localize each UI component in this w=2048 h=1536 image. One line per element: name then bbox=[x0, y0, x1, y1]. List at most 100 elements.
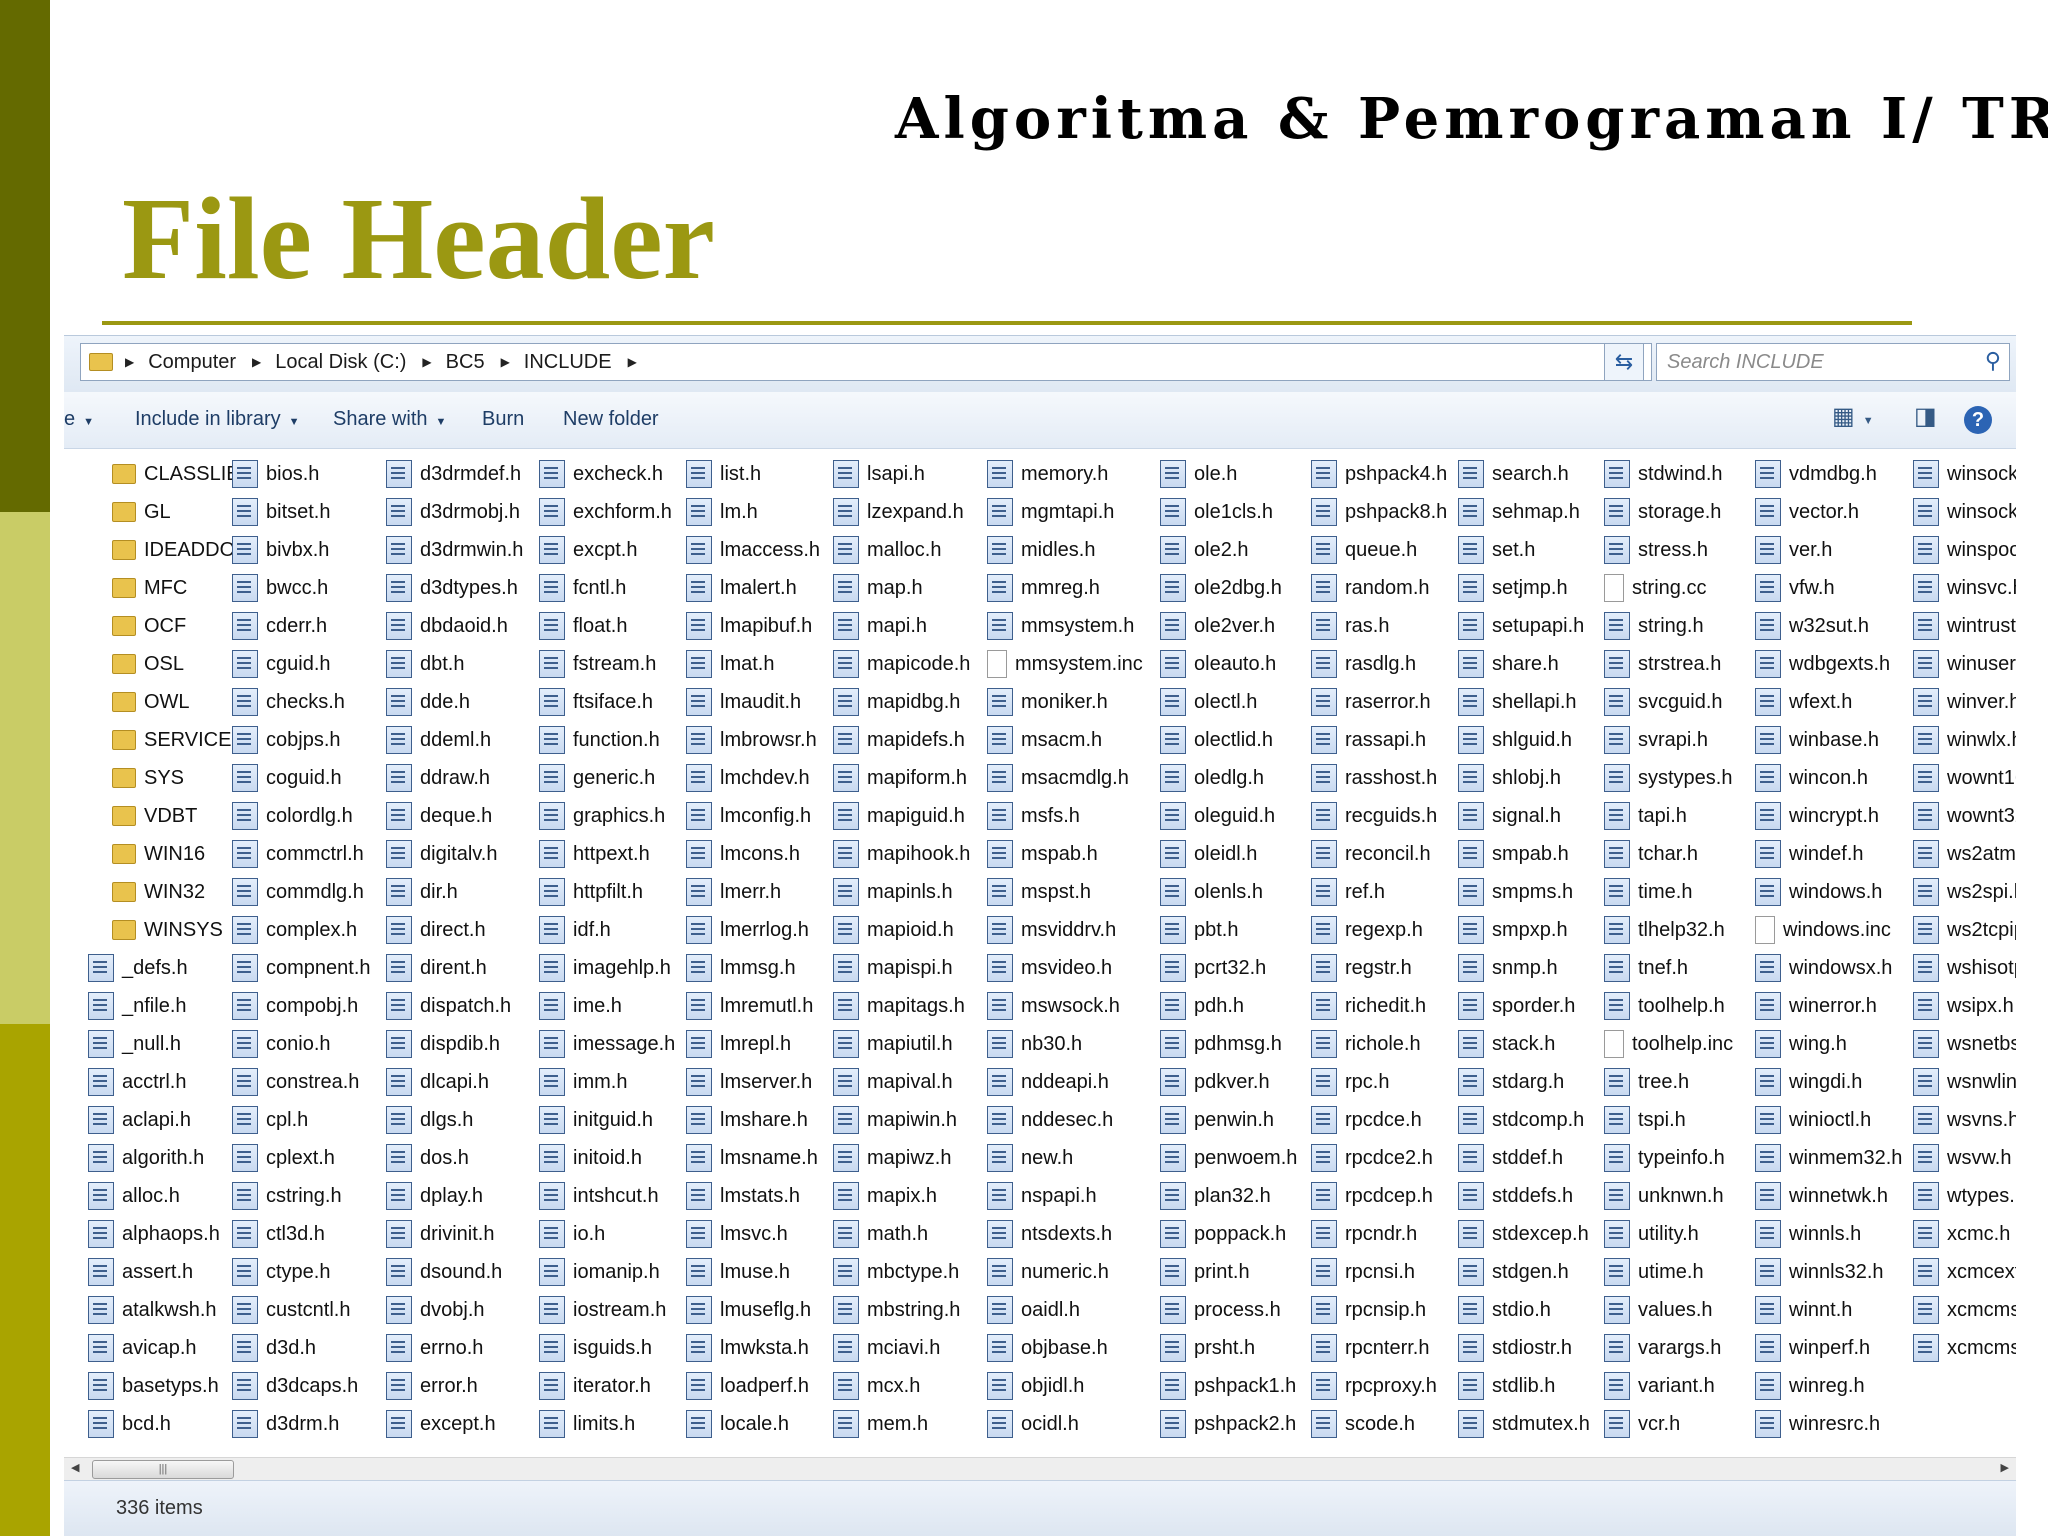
view-options-icon[interactable]: ▦ ▼ bbox=[1832, 402, 1874, 431]
file-item[interactable]: compnent.h bbox=[232, 949, 371, 987]
folder-item[interactable]: CLASSLIB bbox=[88, 455, 250, 493]
file-item[interactable]: oleguid.h bbox=[1160, 797, 1297, 835]
file-item[interactable]: mgmtapi.h bbox=[987, 493, 1143, 531]
file-item[interactable]: windef.h bbox=[1755, 835, 1902, 873]
file-item[interactable]: stack.h bbox=[1458, 1025, 1590, 1063]
folder-item[interactable]: OCF bbox=[88, 607, 250, 645]
file-item[interactable]: stdarg.h bbox=[1458, 1063, 1590, 1101]
file-item[interactable]: wintrust. bbox=[1913, 607, 2016, 645]
file-item[interactable]: ole2ver.h bbox=[1160, 607, 1297, 645]
file-item[interactable]: wsipx.h bbox=[1913, 987, 2016, 1025]
file-item[interactable]: except.h bbox=[386, 1405, 523, 1443]
file-item[interactable]: mspst.h bbox=[987, 873, 1143, 911]
file-item[interactable]: ddraw.h bbox=[386, 759, 523, 797]
file-item[interactable]: intshcut.h bbox=[539, 1177, 675, 1215]
refresh-icon[interactable]: ⇆ bbox=[1604, 343, 1644, 381]
file-item[interactable]: algorith.h bbox=[88, 1139, 250, 1177]
breadcrumb-chevron-icon[interactable]: ▶ bbox=[125, 355, 134, 369]
file-item[interactable]: lmchdev.h bbox=[686, 759, 820, 797]
file-item[interactable]: ras.h bbox=[1311, 607, 1447, 645]
file-item[interactable]: initguid.h bbox=[539, 1101, 675, 1139]
file-item[interactable]: lm.h bbox=[686, 493, 820, 531]
file-item[interactable]: mapiutil.h bbox=[833, 1025, 970, 1063]
file-item[interactable]: rpcdce2.h bbox=[1311, 1139, 1447, 1177]
file-item[interactable]: imessage.h bbox=[539, 1025, 675, 1063]
file-item[interactable]: svrapi.h bbox=[1604, 721, 1733, 759]
file-item[interactable]: wincon.h bbox=[1755, 759, 1902, 797]
file-item[interactable]: toolhelp.h bbox=[1604, 987, 1733, 1025]
file-item[interactable]: excpt.h bbox=[539, 531, 675, 569]
file-item[interactable]: wsvw.h bbox=[1913, 1139, 2016, 1177]
file-item[interactable]: cstring.h bbox=[232, 1177, 371, 1215]
file-item[interactable]: xcmc.h bbox=[1913, 1215, 2016, 1253]
breadcrumb-chevron-icon[interactable]: ▶ bbox=[252, 355, 261, 369]
file-item[interactable]: digitalv.h bbox=[386, 835, 523, 873]
file-item[interactable]: winwlx.h bbox=[1913, 721, 2016, 759]
file-item[interactable]: olectl.h bbox=[1160, 683, 1297, 721]
file-item[interactable]: wownt32. bbox=[1913, 797, 2016, 835]
file-item[interactable]: mciavi.h bbox=[833, 1329, 970, 1367]
file-item[interactable]: midles.h bbox=[987, 531, 1143, 569]
file-item[interactable]: pshpack2.h bbox=[1160, 1405, 1297, 1443]
folder-item[interactable]: WIN16 bbox=[88, 835, 250, 873]
file-item[interactable]: msviddrv.h bbox=[987, 911, 1143, 949]
file-item[interactable]: lmalert.h bbox=[686, 569, 820, 607]
file-item[interactable]: ws2spi.h bbox=[1913, 873, 2016, 911]
file-item[interactable]: graphics.h bbox=[539, 797, 675, 835]
file-item[interactable]: rpcdcep.h bbox=[1311, 1177, 1447, 1215]
file-item[interactable]: acctrl.h bbox=[88, 1063, 250, 1101]
file-item[interactable]: lmat.h bbox=[686, 645, 820, 683]
file-item[interactable]: systypes.h bbox=[1604, 759, 1733, 797]
file-item[interactable]: lmwksta.h bbox=[686, 1329, 820, 1367]
file-item[interactable]: mcx.h bbox=[833, 1367, 970, 1405]
file-item[interactable]: stdcomp.h bbox=[1458, 1101, 1590, 1139]
file-item[interactable]: cpl.h bbox=[232, 1101, 371, 1139]
file-item[interactable]: vdmdbg.h bbox=[1755, 455, 1902, 493]
file-item[interactable]: mapiform.h bbox=[833, 759, 970, 797]
file-item[interactable]: cobjps.h bbox=[232, 721, 371, 759]
file-item[interactable]: dplay.h bbox=[386, 1177, 523, 1215]
new-folder-button[interactable]: New folder bbox=[563, 408, 659, 431]
file-item[interactable]: error.h bbox=[386, 1367, 523, 1405]
file-item[interactable]: winuser.h bbox=[1913, 645, 2016, 683]
file-item[interactable]: wing.h bbox=[1755, 1025, 1902, 1063]
file-item[interactable]: utility.h bbox=[1604, 1215, 1733, 1253]
file-item[interactable]: list.h bbox=[686, 455, 820, 493]
file-item[interactable]: prsht.h bbox=[1160, 1329, 1297, 1367]
file-item[interactable]: mapival.h bbox=[833, 1063, 970, 1101]
file-item[interactable]: snmp.h bbox=[1458, 949, 1590, 987]
file-item[interactable]: wdbgexts.h bbox=[1755, 645, 1902, 683]
file-item[interactable]: typeinfo.h bbox=[1604, 1139, 1733, 1177]
file-item[interactable]: pshpack8.h bbox=[1311, 493, 1447, 531]
file-item[interactable]: shlobj.h bbox=[1458, 759, 1590, 797]
file-item[interactable]: float.h bbox=[539, 607, 675, 645]
file-item[interactable]: tspi.h bbox=[1604, 1101, 1733, 1139]
file-item[interactable]: numeric.h bbox=[987, 1253, 1143, 1291]
file-item[interactable]: w32sut.h bbox=[1755, 607, 1902, 645]
file-item[interactable]: imm.h bbox=[539, 1063, 675, 1101]
file-item[interactable]: ddeml.h bbox=[386, 721, 523, 759]
file-item[interactable]: ctl3d.h bbox=[232, 1215, 371, 1253]
horizontal-scrollbar[interactable]: ◀ ||| ▶ bbox=[64, 1457, 2016, 1480]
file-item[interactable]: rpc.h bbox=[1311, 1063, 1447, 1101]
scroll-left-icon[interactable]: ◀ bbox=[71, 1461, 79, 1474]
folder-item[interactable]: OWL bbox=[88, 683, 250, 721]
file-item[interactable]: mapiguid.h bbox=[833, 797, 970, 835]
file-item[interactable]: winnls32.h bbox=[1755, 1253, 1902, 1291]
file-item[interactable]: lsapi.h bbox=[833, 455, 970, 493]
file-item[interactable]: recguids.h bbox=[1311, 797, 1447, 835]
file-item[interactable]: ftsiface.h bbox=[539, 683, 675, 721]
file-item[interactable]: msvideo.h bbox=[987, 949, 1143, 987]
file-item[interactable]: avicap.h bbox=[88, 1329, 250, 1367]
file-item[interactable]: dbt.h bbox=[386, 645, 523, 683]
file-item[interactable]: tree.h bbox=[1604, 1063, 1733, 1101]
file-item[interactable]: values.h bbox=[1604, 1291, 1733, 1329]
file-item[interactable]: bios.h bbox=[232, 455, 371, 493]
file-item[interactable]: wshisotp. bbox=[1913, 949, 2016, 987]
file-item[interactable]: excheck.h bbox=[539, 455, 675, 493]
file-item[interactable]: random.h bbox=[1311, 569, 1447, 607]
file-item[interactable]: shlguid.h bbox=[1458, 721, 1590, 759]
breadcrumb-chevron-icon[interactable]: ▶ bbox=[501, 355, 510, 369]
file-item[interactable]: dlcapi.h bbox=[386, 1063, 523, 1101]
file-item[interactable]: function.h bbox=[539, 721, 675, 759]
